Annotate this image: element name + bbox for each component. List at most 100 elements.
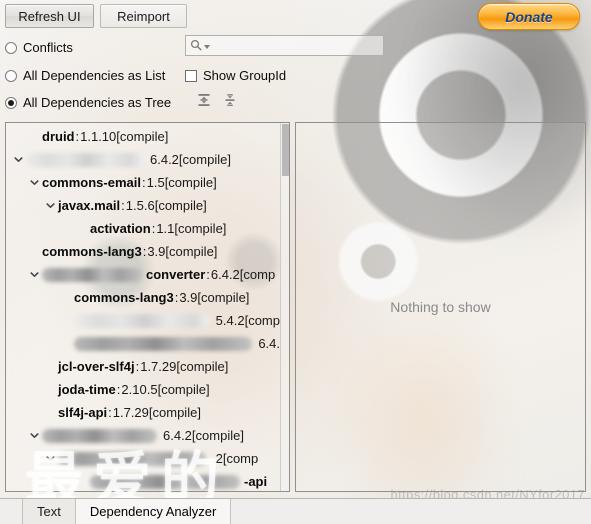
tree-node-scope: [comp: [222, 451, 259, 466]
tree-node-artifact: -api: [244, 474, 268, 489]
redacted-artifact-label: [42, 267, 142, 282]
checkbox-show-groupid-label: Show GroupId: [203, 68, 287, 83]
tree-node-version: 2.10.5: [121, 382, 158, 397]
radio-all-dependencies-as-list-label: All Dependencies as List: [23, 68, 166, 83]
tree-node-scope: [comp: [244, 313, 280, 328]
tree-node[interactable]: joda-time : 2.10.5 [compile]: [6, 378, 280, 401]
tree-node[interactable]: druid : 1.1.10 [compile]: [6, 125, 280, 148]
tree-node[interactable]: activation : 1.1 [compile]: [6, 217, 280, 240]
expand-all-icon[interactable]: [196, 92, 212, 108]
dependency-tree-scroll-area[interactable]: druid : 1.1.10 [compile] 6.4.2 [compile]…: [6, 123, 280, 491]
tree-node[interactable]: converter : 6.4.2 [comp: [6, 263, 280, 286]
search-field[interactable]: [185, 35, 384, 56]
tree-node-scope: [compile]: [157, 382, 210, 397]
tree-node-version: .2: [212, 451, 223, 466]
checkbox-show-groupid[interactable]: Show GroupId: [185, 68, 286, 83]
tree-node-artifact: activation: [90, 221, 151, 236]
refresh-ui-button[interactable]: Refresh UI: [5, 4, 94, 28]
checkbox-show-groupid-indicator: [185, 69, 197, 82]
redacted-artifact-label: [58, 451, 206, 466]
tree-node-version: 1.1.10: [80, 129, 117, 144]
chevron-down-icon[interactable]: [12, 153, 25, 166]
tree-node-scope: [compile]: [116, 129, 169, 144]
tree-node-version: 1.5.6: [125, 198, 155, 213]
tree-node-version: 5.4.2: [215, 313, 245, 328]
chevron-down-icon[interactable]: [44, 452, 57, 465]
tree-node[interactable]: 5.4.2 [comp: [6, 309, 280, 332]
tree-node-artifact: converter: [146, 267, 206, 282]
tree-node-artifact: commons-lang3: [42, 244, 142, 259]
collapse-all-icon[interactable]: [222, 92, 238, 108]
tree-node-scope: [compile]: [178, 152, 231, 167]
tree-node-scope: [compile]: [174, 221, 227, 236]
search-dropdown-chevron-icon[interactable]: [204, 45, 210, 49]
radio-all-dependencies-as-tree-label: All Dependencies as Tree: [23, 95, 172, 110]
tree-node-version: 6.4.2: [150, 152, 179, 167]
chevron-down-icon[interactable]: [44, 199, 57, 212]
radio-conflicts-label: Conflicts: [23, 40, 73, 55]
tree-node-version: 3.9: [179, 290, 198, 305]
tree-node[interactable]: 6.4.2 [compile]: [6, 148, 280, 171]
radio-all-dependencies-as-tree[interactable]: All Dependencies as Tree: [5, 95, 171, 110]
tree-node[interactable]: javax.mail : 1.5.6 [compile]: [6, 194, 280, 217]
toolbar: Refresh UI Reimport Donate Conflicts All…: [0, 0, 591, 120]
donate-button[interactable]: Donate: [478, 3, 580, 30]
radio-conflicts[interactable]: Conflicts: [5, 40, 73, 55]
tree-node[interactable]: slf4j-api : 1.7.29 [compile]: [6, 401, 280, 424]
tree-node-version: 1.1: [156, 221, 175, 236]
tree-node-scope: [compile]: [197, 290, 250, 305]
redacted-artifact-label: [42, 428, 157, 443]
tree-node[interactable]: commons-lang3 : 3.9 [compile]: [6, 286, 280, 309]
chevron-down-icon[interactable]: [28, 429, 41, 442]
tree-node-scope: [compile]: [176, 359, 229, 374]
tree-node[interactable]: .2 [comp: [6, 447, 280, 470]
tree-node-artifact: jcl-over-slf4j: [58, 359, 135, 374]
tree-node-scope: [compile]: [154, 198, 207, 213]
tree-node-version: 6.4.: [258, 336, 280, 351]
tree-node[interactable]: 6.4.: [6, 332, 280, 355]
tree-node[interactable]: 6.4.2 [compile]: [6, 424, 280, 447]
chevron-down-icon[interactable]: [28, 176, 41, 189]
dependency-tree-panel[interactable]: druid : 1.1.10 [compile] 6.4.2 [compile]…: [5, 122, 290, 492]
tree-node[interactable]: -api: [6, 470, 280, 491]
tree-node-version: 6.4.2: [210, 267, 240, 282]
reimport-button[interactable]: Reimport: [100, 4, 187, 28]
search-icon: [190, 39, 202, 53]
tree-node-artifact: commons-lang3: [74, 290, 174, 305]
tree-node-artifact: javax.mail: [58, 198, 121, 213]
dependency-tree-list: druid : 1.1.10 [compile] 6.4.2 [compile]…: [6, 123, 280, 491]
redacted-artifact-label: [90, 474, 240, 489]
tree-node[interactable]: jcl-over-slf4j : 1.7.29 [compile]: [6, 355, 280, 378]
tree-node-version: 1.7.29: [140, 359, 177, 374]
tree-node-scope: [compile]: [164, 175, 217, 190]
tree-vertical-scrollbar-thumb[interactable]: [282, 124, 289, 176]
tree-node-scope: [comp: [239, 267, 276, 282]
tree-node-scope: [compile]: [148, 405, 201, 420]
tree-node[interactable]: commons-lang3 : 3.9 [compile]: [6, 240, 280, 263]
tree-node-scope: [compile]: [165, 244, 218, 259]
nothing-to-show-label: Nothing to show: [390, 299, 491, 315]
dependency-detail-panel[interactable]: Nothing to show: [295, 122, 586, 492]
redacted-artifact-label: [74, 336, 253, 351]
tree-node-artifact: druid: [42, 129, 75, 144]
tree-node-artifact: slf4j-api: [58, 405, 108, 420]
tree-vertical-scrollbar[interactable]: [280, 123, 289, 491]
tree-node-artifact: commons-email: [42, 175, 141, 190]
tree-node-version: 6.4.2: [163, 428, 192, 443]
tab-text[interactable]: Text: [22, 499, 76, 524]
search-input[interactable]: [212, 37, 383, 54]
radio-all-dependencies-as-tree-indicator: [5, 96, 17, 109]
redacted-artifact-label: [74, 313, 210, 328]
tree-node-scope: [compile]: [191, 428, 244, 443]
chevron-down-icon[interactable]: [28, 268, 41, 281]
bottom-tab-strip: Text Dependency Analyzer: [0, 498, 591, 524]
redacted-artifact-label: [26, 152, 144, 167]
tree-node-version: 1.5: [146, 175, 165, 190]
radio-conflicts-indicator: [5, 41, 17, 54]
tree-node-artifact: joda-time: [58, 382, 116, 397]
tab-dependency-analyzer[interactable]: Dependency Analyzer: [75, 499, 232, 524]
tree-node[interactable]: commons-email : 1.5 [compile]: [6, 171, 280, 194]
tab-strip-filler: [231, 499, 591, 524]
radio-all-dependencies-as-list[interactable]: All Dependencies as List: [5, 68, 165, 83]
tree-node-version: 1.7.29: [112, 405, 149, 420]
